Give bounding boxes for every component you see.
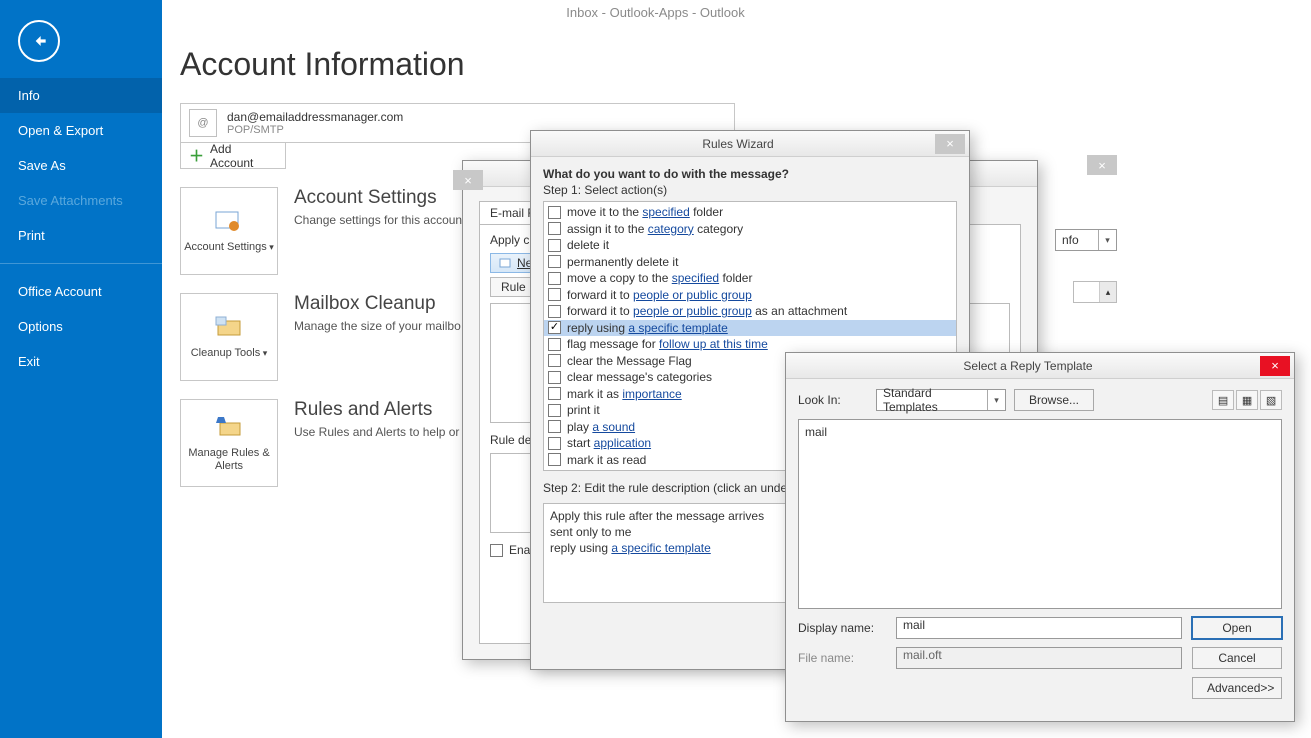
cleanup-tools-tile[interactable]: Cleanup Tools ▾: [180, 293, 278, 381]
checkbox-icon: [548, 371, 561, 384]
checkbox-icon: [548, 206, 561, 219]
wizard-action-row[interactable]: permanently delete it: [544, 254, 956, 271]
wizard-action-link[interactable]: a script: [588, 469, 627, 471]
plus-icon: ＋: [189, 145, 204, 166]
sidebar-item-exit[interactable]: Exit: [0, 344, 162, 379]
account-settings-heading: Account Settings: [294, 187, 462, 209]
wizard-action-row[interactable]: forward it to people or public group as …: [544, 303, 956, 320]
mailbox-cleanup-desc: Manage the size of your mailbo: [294, 319, 461, 333]
add-account-button[interactable]: ＋ Add Account: [180, 143, 286, 169]
add-account-label: Add Account: [210, 142, 277, 170]
checkbox-icon: [548, 387, 561, 400]
account-settings-icon: [211, 207, 247, 235]
wizard-question: What do you want to do with the message?: [543, 167, 957, 181]
view-list-button[interactable]: ▦: [1236, 390, 1258, 410]
wizard-action-row[interactable]: flag message for follow up at this time: [544, 336, 956, 353]
wizard-action-row[interactable]: move it to the specified folder: [544, 204, 956, 221]
account-icon: @: [189, 109, 217, 137]
checkbox-icon: [548, 321, 561, 334]
wizard-action-link[interactable]: people or public group: [633, 288, 752, 302]
template-list-item[interactable]: mail: [803, 424, 1277, 440]
sidebar-item-print[interactable]: Print: [0, 218, 162, 253]
sidebar-item-save-attachments: Save Attachments: [0, 183, 162, 218]
wizard-action-row[interactable]: delete it: [544, 237, 956, 254]
look-in-combo[interactable]: Standard Templates▾: [876, 389, 1006, 411]
checkbox-icon: [548, 239, 561, 252]
checkbox-icon: [548, 288, 561, 301]
checkbox-icon: [548, 354, 561, 367]
checkbox-icon: [490, 544, 503, 557]
wizard-title: Rules Wizard: [541, 137, 935, 151]
sidebar-separator: [0, 263, 162, 264]
wizard-action-link[interactable]: category: [648, 222, 694, 236]
sidebar-item-open-export[interactable]: Open & Export: [0, 113, 162, 148]
view-details-button[interactable]: ▧: [1260, 390, 1282, 410]
checkbox-icon: [548, 470, 561, 471]
open-button[interactable]: Open: [1192, 617, 1282, 639]
template-cancel-button[interactable]: Cancel: [1192, 647, 1282, 669]
checkbox-icon: [548, 255, 561, 268]
template-list[interactable]: mail: [798, 419, 1282, 609]
wizard-action-link[interactable]: importance: [622, 387, 681, 401]
rules-extra-close-button[interactable]: ×: [453, 170, 483, 190]
template-close-button[interactable]: ×: [1260, 356, 1290, 376]
display-name-label: Display name:: [798, 621, 886, 635]
checkbox-icon: [548, 420, 561, 433]
template-title: Select a Reply Template: [796, 359, 1260, 373]
select-reply-template-dialog: Select a Reply Template × Look In: Stand…: [785, 352, 1295, 722]
checkbox-icon: [548, 305, 561, 318]
wizard-action-row[interactable]: assign it to the category category: [544, 221, 956, 238]
display-name-input[interactable]: mail: [896, 617, 1182, 639]
checkbox-icon: [548, 437, 561, 450]
advanced-button[interactable]: Advanced>>: [1192, 677, 1282, 699]
account-settings-tile[interactable]: Account Settings ▾: [180, 187, 278, 275]
wizard-action-row[interactable]: move a copy to the specified folder: [544, 270, 956, 287]
wizard-action-row[interactable]: forward it to people or public group: [544, 287, 956, 304]
wizard-close-button[interactable]: ×: [935, 134, 965, 154]
manage-rules-icon: [211, 413, 247, 441]
file-name-input: mail.oft: [896, 647, 1182, 669]
checkbox-icon: [548, 338, 561, 351]
sidebar-item-office-account[interactable]: Office Account: [0, 274, 162, 309]
account-settings-desc: Change settings for this accoun: [294, 213, 462, 227]
checkbox-icon: [548, 404, 561, 417]
wizard-action-link[interactable]: follow up at this time: [659, 337, 768, 351]
wizard-action-link[interactable]: a sound: [592, 420, 635, 434]
file-name-label: File name:: [798, 651, 886, 665]
wizard-action-link[interactable]: specified: [642, 205, 689, 219]
scroll-up-icon[interactable]: ▴: [1099, 282, 1116, 302]
sidebar-item-save-as[interactable]: Save As: [0, 148, 162, 183]
backstage-sidebar: Info Open & Export Save As Save Attachme…: [0, 0, 162, 738]
manage-rules-tile[interactable]: Manage Rules & Alerts: [180, 399, 278, 487]
cleanup-tools-icon: [211, 313, 247, 341]
page-title: Account Information: [180, 46, 1311, 83]
wizard-action-link[interactable]: specified: [672, 271, 719, 285]
sidebar-item-options[interactable]: Options: [0, 309, 162, 344]
apply-folder-combo[interactable]: nfo▾: [1055, 229, 1117, 251]
checkbox-icon: [548, 453, 561, 466]
wizard-action-link[interactable]: application: [594, 436, 651, 450]
template-titlebar[interactable]: Select a Reply Template ×: [786, 353, 1294, 379]
wizard-titlebar[interactable]: Rules Wizard ×: [531, 131, 969, 157]
new-rule-icon: [499, 257, 513, 269]
back-button[interactable]: [18, 20, 60, 62]
sidebar-item-info[interactable]: Info: [0, 78, 162, 113]
checkbox-icon: [548, 222, 561, 235]
wizard-action-link[interactable]: a specific template: [628, 321, 727, 335]
back-arrow-icon: [29, 31, 49, 51]
view-large-icons-button[interactable]: ▤: [1212, 390, 1234, 410]
mailbox-cleanup-heading: Mailbox Cleanup: [294, 293, 461, 315]
underlying-close-button[interactable]: ×: [1087, 155, 1117, 175]
look-in-label: Look In:: [798, 393, 868, 407]
browse-button[interactable]: Browse...: [1014, 389, 1094, 411]
wizard-step1-label: Step 1: Select action(s): [543, 183, 957, 197]
desc-template-link[interactable]: a specific template: [611, 541, 710, 555]
wizard-action-link[interactable]: people or public group: [633, 304, 752, 318]
checkbox-icon: [548, 272, 561, 285]
wizard-action-row[interactable]: reply using a specific template: [544, 320, 956, 337]
account-email: dan@emailaddressmanager.com: [227, 110, 726, 124]
